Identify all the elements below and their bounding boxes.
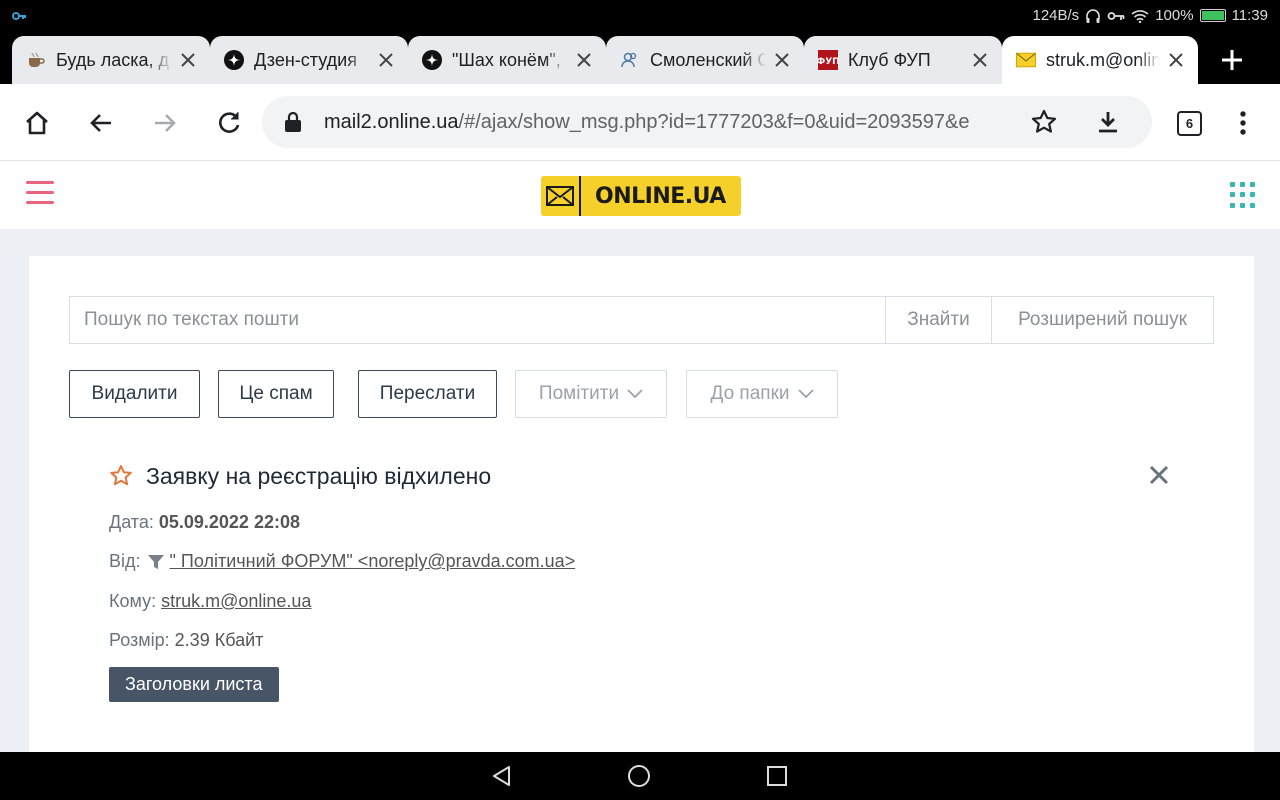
sender-link[interactable]: " Політичний ФОРУМ" <noreply@pravda.com.… (170, 551, 576, 572)
home-icon[interactable] (22, 108, 52, 138)
fup-icon-text: ФУП (818, 57, 838, 67)
chevron-down-icon (797, 389, 814, 399)
logo-text: ONLINE.UA (595, 183, 726, 209)
envelope-logo-icon (541, 176, 581, 216)
close-tab-icon[interactable] (178, 50, 198, 70)
apps-grid-icon[interactable] (1230, 182, 1256, 208)
close-tab-icon[interactable] (574, 50, 594, 70)
date-value: 05.09.2022 22:08 (158, 512, 300, 532)
browser-tab-2[interactable]: Дзен-студия (210, 36, 408, 84)
mail-icon (1016, 50, 1036, 70)
web-page: ONLINE.UA Знайти Розширений пошук Видали… (0, 161, 1280, 752)
browser-tab-5[interactable]: ФУП Клуб ФУП (804, 36, 1002, 84)
system-nav-bar (0, 752, 1280, 800)
to-row: Кому: struk.m@online.ua (109, 591, 311, 612)
spam-button[interactable]: Це спам (218, 370, 334, 418)
menu-kebab-icon[interactable] (1228, 108, 1258, 138)
message-headers-button[interactable]: Заголовки листа (109, 667, 279, 702)
browser-tab-6-active[interactable]: struk.m@onlin (1002, 36, 1198, 84)
mail-search: Знайти Розширений пошук (69, 296, 1214, 344)
tab-switcher-button[interactable]: 6 (1177, 111, 1202, 136)
new-tab-icon[interactable] (1218, 46, 1246, 74)
tab-strip: Будь ласка, д Дзен-студия "Шах конём", С… (0, 32, 1280, 84)
vpn-key-icon (1107, 11, 1125, 20)
url-text[interactable]: mail2.online.ua/#/ajax/show_msg.php?id=1… (324, 111, 1014, 134)
browser-tab-4[interactable]: Смоленский С (606, 36, 804, 84)
wifi-icon (1131, 9, 1149, 23)
net-speed: 124B/s (1032, 7, 1080, 24)
reload-icon[interactable] (214, 108, 244, 138)
close-tab-icon[interactable] (970, 50, 990, 70)
recipient-link[interactable]: struk.m@online.ua (161, 591, 311, 612)
hamburger-menu-icon[interactable] (26, 181, 54, 205)
tab-title: Клуб ФУП (848, 49, 931, 70)
size-label: Розмір: (109, 630, 170, 650)
browser-tab-1[interactable]: Будь ласка, д (12, 36, 210, 84)
close-message-icon[interactable] (1149, 465, 1169, 485)
from-label: Від: (109, 551, 141, 571)
key-icon (12, 12, 26, 20)
subject-row: Заявку на реєстрацію відхилено (109, 461, 491, 491)
tab-title: Будь ласка, д (56, 49, 170, 70)
date-row: Дата: 05.09.2022 22:08 (109, 512, 300, 533)
site-logo[interactable]: ONLINE.UA (541, 176, 741, 216)
back-icon[interactable] (86, 108, 116, 138)
chevron-down-icon (627, 389, 643, 399)
status-bar: 124B/s 100% 11:39 (0, 0, 1280, 32)
site-header: ONLINE.UA (0, 161, 1280, 229)
tab-title: Дзен-студия (254, 49, 357, 70)
forward-button[interactable]: Переслати (358, 370, 497, 418)
tab-title: struk.m@onlin (1046, 49, 1160, 70)
search-button[interactable]: Знайти (885, 297, 991, 343)
people-icon (620, 50, 640, 70)
size-value: 2.39 Кбайт (174, 630, 264, 650)
tab-title: "Шах конём", (452, 49, 561, 70)
fup-icon: ФУП (818, 50, 838, 70)
forward-icon[interactable] (150, 108, 180, 138)
mark-dropdown[interactable]: Помітити (515, 370, 667, 418)
battery-percent: 100% (1155, 7, 1194, 24)
clock: 11:39 (1231, 7, 1268, 24)
download-icon[interactable] (1094, 108, 1122, 136)
date-label: Дата: (109, 512, 154, 532)
url-path: /#/ajax/show_msg.php?id=1777203&f=0&uid=… (458, 111, 970, 133)
mail-card: Знайти Розширений пошук Видалити Це спам… (29, 256, 1254, 752)
from-row: Від: " Політичний ФОРУМ" <noreply@pravda… (109, 551, 575, 572)
zen-icon (224, 50, 244, 70)
search-input[interactable] (70, 297, 885, 343)
address-bar[interactable]: mail2.online.ua/#/ajax/show_msg.php?id=1… (262, 96, 1152, 148)
delete-button[interactable]: Видалити (69, 370, 200, 418)
battery-icon (1199, 9, 1226, 22)
size-row: Розмір: 2.39 Кбайт (109, 630, 263, 651)
folder-label: До папки (710, 383, 790, 404)
headphones-icon (1086, 8, 1100, 23)
message-subject: Заявку на реєстрацію відхилено (146, 462, 492, 489)
browser-toolbar: mail2.online.ua/#/ajax/show_msg.php?id=1… (0, 84, 1280, 161)
nav-recents-icon[interactable] (765, 764, 789, 788)
nav-home-icon[interactable] (627, 764, 651, 788)
to-label: Кому: (109, 591, 157, 611)
close-tab-icon[interactable] (1166, 50, 1186, 70)
browser-tab-3[interactable]: "Шах конём", (408, 36, 606, 84)
cup-icon (26, 50, 46, 70)
nav-back-icon[interactable] (490, 764, 514, 788)
zen-icon (422, 50, 442, 70)
tab-title: Смоленский С (650, 49, 766, 70)
battery-fill (1201, 11, 1224, 20)
move-to-folder-dropdown[interactable]: До папки (686, 370, 838, 418)
advanced-search-button[interactable]: Розширений пошук (991, 297, 1213, 343)
close-tab-icon[interactable] (772, 50, 792, 70)
close-tab-icon[interactable] (376, 50, 396, 70)
filter-icon[interactable] (147, 553, 165, 571)
mark-label: Помітити (538, 383, 620, 404)
bookmark-star-icon[interactable] (1030, 108, 1058, 136)
url-host: mail2.online.ua (324, 111, 459, 133)
favorite-star-icon[interactable] (109, 464, 133, 488)
lock-icon[interactable] (284, 112, 302, 132)
